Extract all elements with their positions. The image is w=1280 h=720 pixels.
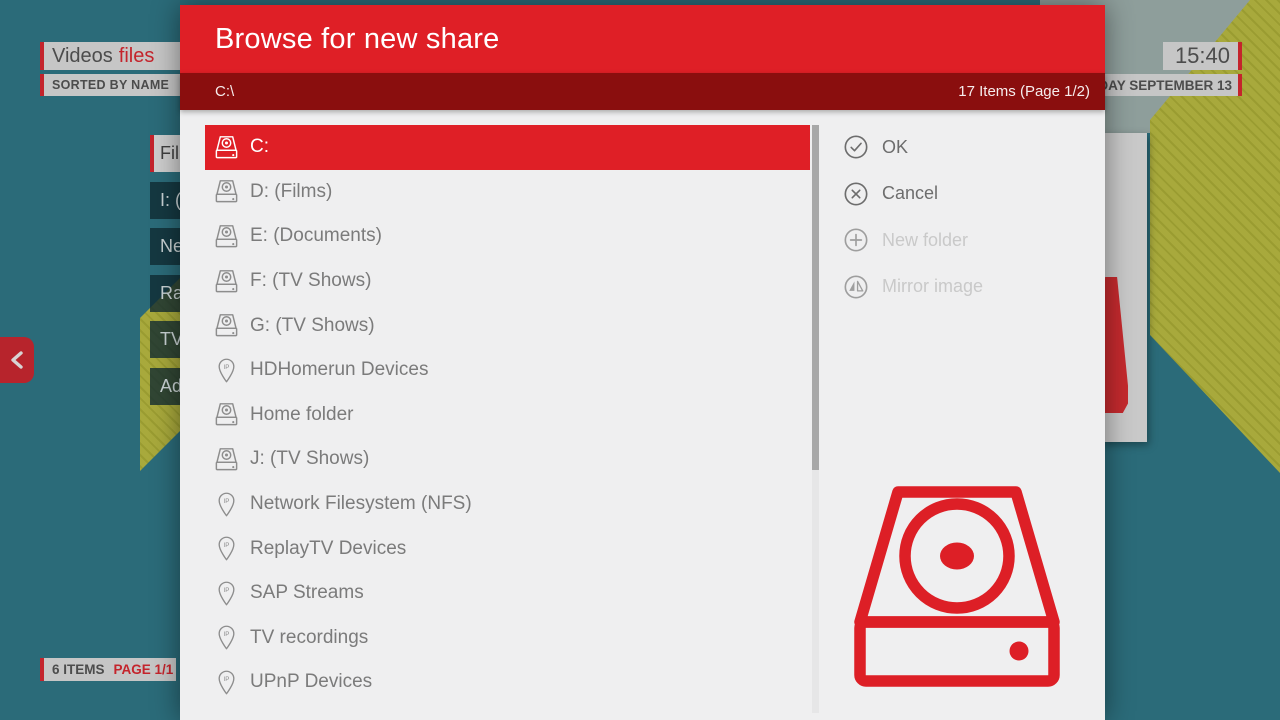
mirror-image-icon — [843, 274, 869, 300]
list-item-label: Network Filesystem (NFS) — [250, 493, 472, 515]
list-item[interactable]: D: (Films) — [205, 170, 810, 215]
hard-disk-icon — [213, 268, 240, 295]
background-menu-item-label: Fil — [160, 143, 179, 164]
dialog-body: C: D: (Films) E: (Documents) F: (TV Show… — [180, 110, 1105, 720]
list-item-label: F: (TV Shows) — [250, 270, 371, 292]
list-item[interactable]: SAP Streams — [205, 571, 810, 616]
page-title: Videos files — [40, 42, 190, 70]
list-item[interactable]: HDHomerun Devices — [205, 348, 810, 393]
new-folder-icon — [843, 227, 869, 253]
list-item[interactable]: F: (TV Shows) — [205, 259, 810, 304]
date-label: RDAY SEPTEMBER 13 — [1105, 74, 1242, 96]
ip-pin-icon — [213, 491, 240, 518]
hard-disk-preview-icon — [852, 484, 1062, 689]
list-item[interactable]: Home folder — [205, 393, 810, 438]
list-item[interactable]: Network Filesystem (NFS) — [205, 482, 810, 527]
ok-icon — [843, 134, 869, 160]
items-count: 6 ITEMS — [52, 662, 105, 677]
list-item-label: UPnP Devices — [250, 671, 372, 693]
browse-share-dialog: Browse for new share C:\ 17 Items (Page … — [180, 5, 1105, 720]
sort-label: SORTED BY NAME — [40, 74, 190, 96]
breadcrumb: C:\ — [215, 83, 234, 100]
cancel-button[interactable]: Cancel — [843, 171, 1093, 218]
list-item-label: TV recordings — [250, 627, 368, 649]
hard-disk-icon — [213, 312, 240, 339]
collapse-panel-button[interactable] — [0, 337, 34, 383]
list-item[interactable]: UPnP Devices — [205, 660, 810, 705]
list-item-label: Home folder — [250, 404, 354, 426]
kodi-screen: Videos files SORTED BY NAME 15:40 RDAY S… — [0, 0, 1280, 720]
dialog-actions: OK Cancel New folder Mirror image — [843, 124, 1093, 310]
hard-disk-icon — [213, 446, 240, 473]
list-item[interactable]: TV recordings — [205, 616, 810, 661]
chevron-left-icon — [9, 350, 25, 370]
background-menu-item-label: Ad — [160, 376, 182, 397]
page-title-secondary: files — [119, 45, 155, 68]
hard-disk-icon — [213, 134, 240, 161]
background-thumbnail-shape — [1102, 277, 1128, 413]
ip-pin-icon — [213, 357, 240, 384]
clock: 15:40 — [1163, 42, 1242, 70]
list-item-label: ReplayTV Devices — [250, 538, 406, 560]
background-thumbnail-card — [1100, 133, 1147, 442]
button-label: Cancel — [882, 183, 938, 204]
ok-button[interactable]: OK — [843, 124, 1093, 171]
list-item[interactable]: ReplayTV Devices — [205, 526, 810, 571]
hard-disk-icon — [213, 178, 240, 205]
pagination-footer: 6 ITEMS PAGE 1/1 — [40, 658, 176, 681]
list-item-label: C: — [250, 136, 269, 158]
list-item[interactable]: E: (Documents) — [205, 214, 810, 259]
list-item-label: HDHomerun Devices — [250, 359, 428, 381]
button-label: OK — [882, 137, 908, 158]
scrollbar-thumb[interactable] — [812, 125, 819, 470]
page-title-primary: Videos — [52, 45, 113, 68]
list-item-label: D: (Films) — [250, 181, 332, 203]
item-count-label: 17 Items (Page 1/2) — [958, 83, 1090, 100]
list-item-label: E: (Documents) — [250, 225, 382, 247]
dialog-header: Browse for new share — [180, 5, 1105, 73]
ip-pin-icon — [213, 669, 240, 696]
path-bar: C:\ 17 Items (Page 1/2) — [180, 73, 1105, 110]
list-item[interactable]: G: (TV Shows) — [205, 303, 810, 348]
new-folder-button[interactable]: New folder — [843, 217, 1093, 264]
share-list: C: D: (Films) E: (Documents) F: (TV Show… — [205, 125, 810, 705]
list-item-label: J: (TV Shows) — [250, 448, 369, 470]
button-label: Mirror image — [882, 276, 983, 297]
list-scrollbar[interactable] — [812, 125, 819, 713]
hard-disk-icon — [213, 223, 240, 250]
dialog-title: Browse for new share — [215, 23, 499, 56]
ip-pin-icon — [213, 535, 240, 562]
list-item-label: SAP Streams — [250, 582, 364, 604]
list-item[interactable]: J: (TV Shows) — [205, 437, 810, 482]
mirror-image-button[interactable]: Mirror image — [843, 264, 1093, 311]
hard-disk-icon — [213, 401, 240, 428]
list-item-label: G: (TV Shows) — [250, 315, 375, 337]
ip-pin-icon — [213, 624, 240, 651]
page-indicator: PAGE 1/1 — [114, 662, 174, 677]
background-menu-item-label: I: ( — [160, 190, 181, 211]
cancel-icon — [843, 181, 869, 207]
button-label: New folder — [882, 230, 968, 251]
ip-pin-icon — [213, 580, 240, 607]
list-item[interactable]: C: — [205, 125, 810, 170]
